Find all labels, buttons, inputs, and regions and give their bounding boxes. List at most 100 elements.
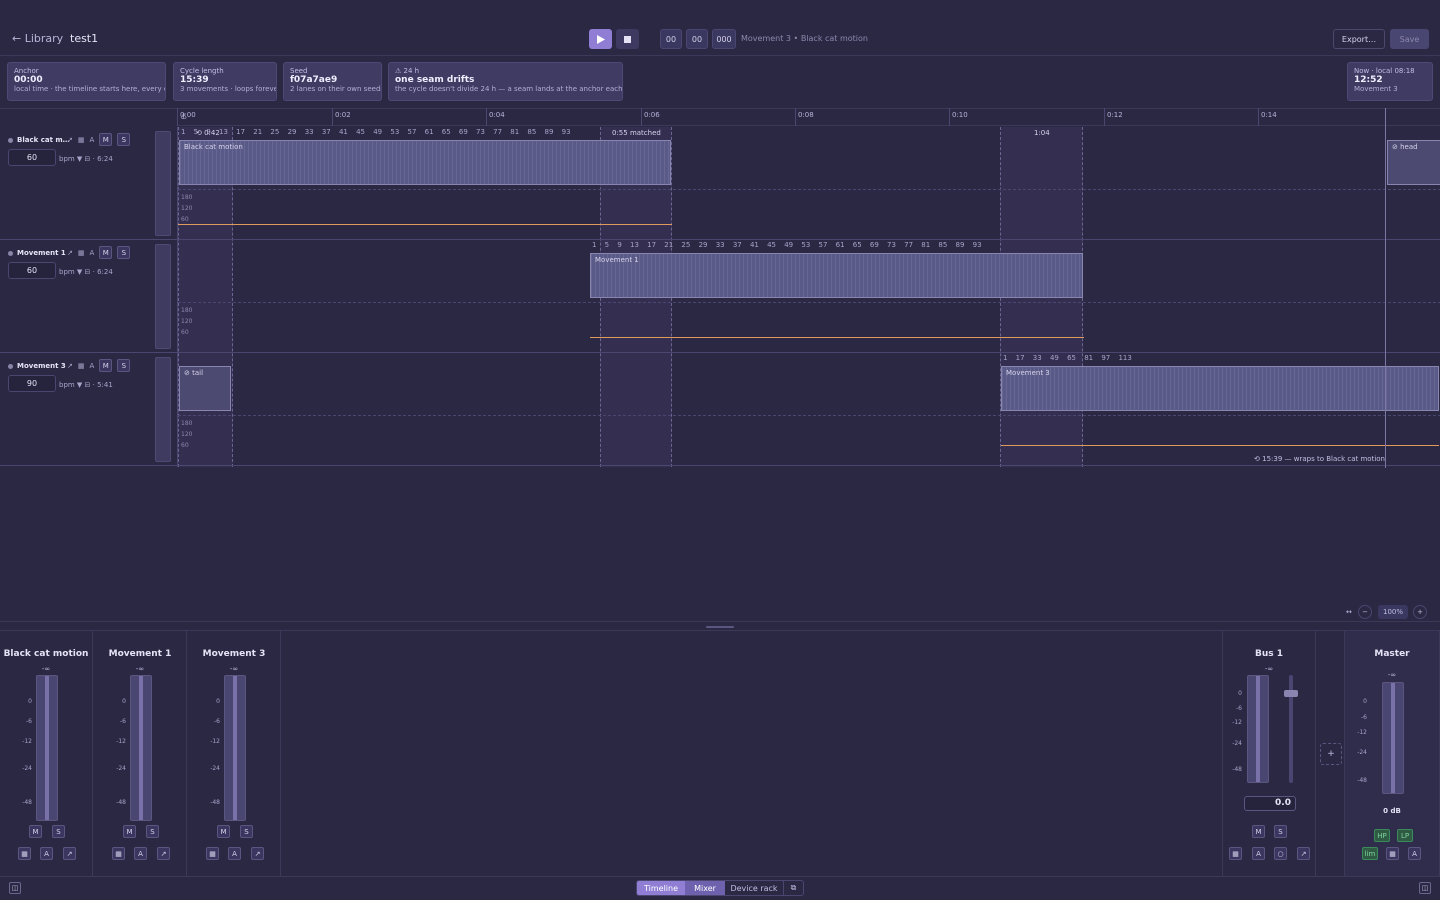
tempo-label: 180 xyxy=(181,307,193,314)
route-icon[interactable]: ↗ xyxy=(67,136,73,144)
record-icon[interactable]: ▦ xyxy=(112,847,125,860)
automation-button[interactable]: A xyxy=(40,847,53,860)
record-icon[interactable]: ▦ xyxy=(78,249,85,257)
scale-tick: -6 xyxy=(1361,714,1367,721)
back-to-library-link[interactable]: ← Library xyxy=(12,32,63,45)
lane-name[interactable]: Movement 1 xyxy=(8,249,66,257)
tempo-line[interactable] xyxy=(1001,445,1439,446)
route-icon[interactable]: ↗ xyxy=(67,249,73,257)
master-volume-fader[interactable] xyxy=(1382,682,1404,794)
tempo-line[interactable] xyxy=(178,224,672,225)
anchor-card[interactable]: Anchor 00:00 local time · the timeline s… xyxy=(7,62,166,101)
lane-name[interactable]: Black cat m… xyxy=(8,136,70,144)
automation-icon[interactable]: A xyxy=(90,249,95,257)
route-icon[interactable]: ↗ xyxy=(1297,847,1310,860)
solo-button[interactable]: S xyxy=(117,359,131,372)
playhead[interactable] xyxy=(1385,108,1386,468)
volume-fader[interactable] xyxy=(36,675,58,821)
clip-movement-3[interactable]: Movement 3 xyxy=(1001,366,1439,411)
export-button[interactable]: Export… xyxy=(1333,29,1385,49)
mute-button[interactable]: M xyxy=(217,825,230,838)
route-icon[interactable]: ↗ xyxy=(251,847,264,860)
solo-button[interactable]: S xyxy=(240,825,253,838)
timecode-min[interactable]: 00 xyxy=(660,29,682,49)
clip-tail[interactable]: ⊘ tail xyxy=(179,366,231,411)
tab-mixer[interactable]: Mixer xyxy=(685,881,725,895)
zoom-level[interactable]: 100% xyxy=(1378,605,1408,619)
record-icon[interactable]: ▦ xyxy=(1229,847,1242,860)
solo-button[interactable]: S xyxy=(146,825,159,838)
volume-fader[interactable] xyxy=(224,675,246,821)
popout-icon[interactable]: ⧉ xyxy=(783,881,803,895)
add-bus-button[interactable]: + xyxy=(1320,743,1342,765)
record-icon[interactable]: ▦ xyxy=(78,362,85,370)
route-icon[interactable]: ↗ xyxy=(157,847,170,860)
mute-button[interactable]: M xyxy=(29,825,42,838)
zoom-out-button[interactable]: − xyxy=(1358,605,1372,619)
tab-timeline[interactable]: Timeline xyxy=(637,881,685,895)
lane-track[interactable]: 1 5 9 13 17 21 25 29 33 37 41 45 49 53 5… xyxy=(178,240,1440,353)
record-icon[interactable]: ▦ xyxy=(206,847,219,860)
solo-button[interactable]: S xyxy=(1274,825,1287,838)
clip-head[interactable]: ⊘ head xyxy=(1387,140,1440,185)
automation-button[interactable]: A xyxy=(1252,847,1265,860)
bus-volume-fader[interactable] xyxy=(1247,675,1269,783)
solo-button[interactable]: S xyxy=(117,133,131,146)
record-icon[interactable]: ▦ xyxy=(1386,847,1399,860)
automation-icon[interactable]: A xyxy=(90,136,95,144)
lane-name[interactable]: Movement 3 xyxy=(8,362,66,370)
timecode-ms[interactable]: 000 xyxy=(712,29,736,49)
lane-track[interactable]: 1 5 9 13 17 21 25 29 33 37 41 45 49 53 5… xyxy=(178,127,1440,240)
panel-resize-handle[interactable] xyxy=(706,626,734,628)
lowpass-button[interactable]: LP xyxy=(1397,829,1413,842)
tempo-line[interactable] xyxy=(590,337,1084,338)
left-panel-toggle-icon[interactable]: ◫ xyxy=(9,882,21,894)
right-panel-toggle-icon[interactable]: ◫ xyxy=(1419,882,1431,894)
seed-card[interactable]: Seed f07a7ae9 2 lanes on their own seeds xyxy=(283,62,382,101)
mixer-strip-bus-1: Bus 1 -∞ 0 -6 -12 -24 -48 0.0 M S ▦ A ○ … xyxy=(1222,631,1316,876)
highpass-button[interactable]: HP xyxy=(1374,829,1390,842)
cycle-card[interactable]: Cycle length 15:39 3 movements · loops f… xyxy=(173,62,277,101)
mute-button[interactable]: M xyxy=(99,359,113,372)
record-icon[interactable]: ▦ xyxy=(78,136,85,144)
bpm-input[interactable]: 90 xyxy=(8,375,56,392)
document-title[interactable]: test1 xyxy=(70,32,98,45)
mute-button[interactable]: M xyxy=(123,825,136,838)
strip-name: Movement 3 xyxy=(202,649,266,659)
zoom-fit-button[interactable]: ↔ xyxy=(1346,605,1352,619)
bus-fader-handle[interactable] xyxy=(1284,690,1298,697)
zoom-in-button[interactable]: + xyxy=(1413,605,1427,619)
lane-header-movement-1[interactable]: Movement 1 ↗ ▦ A MS 60 bpm ▼ ⊟ · 6:24 xyxy=(0,240,177,353)
tab-device-rack[interactable]: Device rack xyxy=(725,881,783,895)
mute-button[interactable]: M xyxy=(99,246,113,259)
mute-button[interactable]: M xyxy=(99,133,113,146)
time-ruler[interactable]: 0:00 0:02 0:04 0:06 0:08 0:10 0:12 0:14 xyxy=(177,108,1440,126)
route-icon[interactable]: ↗ xyxy=(63,847,76,860)
lane-header-movement-3[interactable]: Movement 3 ↗ ▦ A MS 90 bpm ▼ ⊟ · 5:41 xyxy=(0,353,177,466)
automation-icon[interactable]: A xyxy=(90,362,95,370)
automation-button[interactable]: A xyxy=(1408,847,1421,860)
link-icon[interactable]: ○ xyxy=(1274,847,1287,860)
clip-movement-1[interactable]: Movement 1 xyxy=(590,253,1083,298)
bpm-input[interactable]: 60 xyxy=(8,262,56,279)
automation-button[interactable]: A xyxy=(228,847,241,860)
volume-fader[interactable] xyxy=(130,675,152,821)
record-icon[interactable]: ▦ xyxy=(18,847,31,860)
bus-gain-input[interactable]: 0.0 xyxy=(1244,796,1296,811)
stop-button[interactable] xyxy=(616,29,639,49)
solo-button[interactable]: S xyxy=(52,825,65,838)
play-button[interactable] xyxy=(589,29,612,49)
timecode-sec[interactable]: 00 xyxy=(686,29,708,49)
lane-icons: ↗ ▦ A MS xyxy=(67,359,131,372)
automation-button[interactable]: A xyxy=(134,847,147,860)
route-icon[interactable]: ↗ xyxy=(67,362,73,370)
save-button[interactable]: Save xyxy=(1390,29,1429,49)
mute-button[interactable]: M xyxy=(1252,825,1265,838)
solo-button[interactable]: S xyxy=(117,246,131,259)
anchor-sub: local time · the timeline starts here, e… xyxy=(14,85,166,93)
lane-header-black-cat[interactable]: Black cat m… ↗ ▦ A MS 60 bpm ▼ ⊟ · 6:24 xyxy=(0,127,177,240)
bpm-input[interactable]: 60 xyxy=(8,149,56,166)
lane-track[interactable]: 1 17 33 49 65 81 97 113 ⊘ tail Movement … xyxy=(178,353,1440,466)
clip-black-cat-motion[interactable]: Black cat motion xyxy=(179,140,671,185)
limiter-button[interactable]: lim xyxy=(1362,847,1378,860)
